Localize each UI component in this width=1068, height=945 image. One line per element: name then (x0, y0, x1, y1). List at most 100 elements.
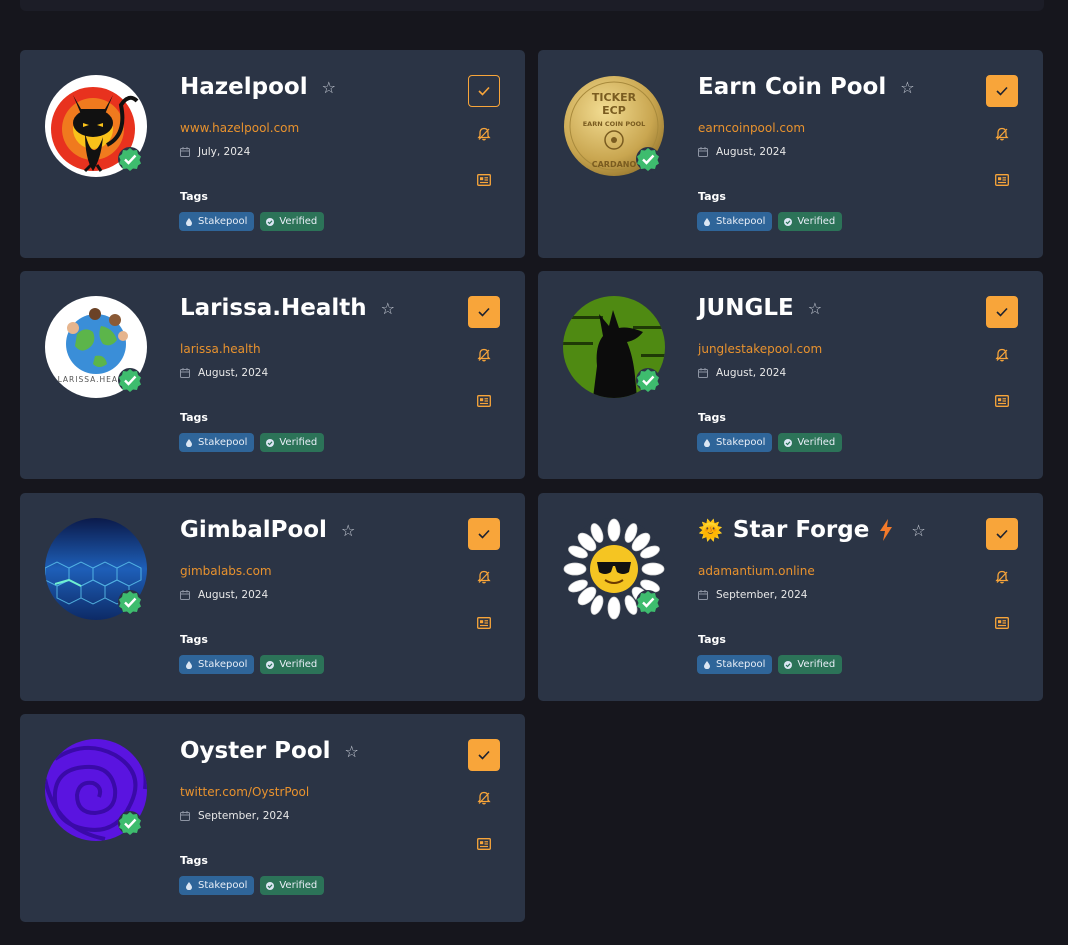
pool-card-oyster-pool[interactable]: Oyster Pool ☆ twitter.com/OystrPool Sept… (20, 714, 525, 922)
pool-name-text: Earn Coin Pool (698, 74, 887, 100)
tag-verified[interactable]: Verified (260, 433, 325, 452)
select-pool-button[interactable] (986, 296, 1018, 328)
id-card-icon[interactable] (995, 174, 1009, 186)
pool-date-text: August, 2024 (716, 367, 787, 379)
pool-website-link[interactable]: adamantium.online (698, 564, 815, 578)
pool-card-hazelpool[interactable]: Hazelpool ☆ www.hazelpool.com July, 2024… (20, 50, 525, 258)
tag-verified[interactable]: Verified (778, 433, 843, 452)
check-circle-icon (266, 217, 275, 226)
bell-notification-icon[interactable] (477, 570, 491, 584)
droplet-icon (186, 438, 192, 447)
tag-verified[interactable]: Verified (778, 212, 843, 231)
id-card-icon[interactable] (477, 174, 491, 186)
pool-website-link[interactable]: earncoinpool.com (698, 121, 805, 135)
tag-verified[interactable]: Verified (260, 876, 325, 895)
lightning-bolt-icon (880, 519, 893, 541)
tag-stakepool[interactable]: Stakepool (179, 212, 255, 231)
pool-date-text: August, 2024 (198, 589, 269, 601)
select-pool-button[interactable] (986, 518, 1018, 550)
tag-label: Stakepool (716, 216, 766, 227)
select-pool-button[interactable] (468, 75, 500, 107)
pool-name: Earn Coin Pool ☆ (698, 74, 915, 100)
pool-card-earn-coin-pool[interactable]: TICKER ECP EARN COIN POOL CARDANO Earn C… (538, 50, 1043, 258)
calendar-icon (180, 368, 190, 378)
pool-website-link[interactable]: gimbalabs.com (180, 564, 272, 578)
droplet-icon (186, 660, 192, 669)
tag-stakepool[interactable]: Stakepool (697, 655, 773, 674)
pool-card-star-forge[interactable]: 🌞 Star Forge ☆ adamantium.online Septemb… (538, 493, 1043, 701)
tag-label: Stakepool (198, 216, 248, 227)
tag-list: Stakepool Verified (179, 212, 325, 231)
tag-list: Stakepool Verified (697, 433, 843, 452)
check-circle-icon (266, 881, 275, 890)
tag-label: Stakepool (198, 659, 248, 670)
coin-text-cardano: CARDANO (592, 160, 637, 169)
pool-card-jungle[interactable]: JUNGLE ☆ junglestakepool.com August, 202… (538, 271, 1043, 479)
pool-card-larissa-health[interactable]: LARISSA.HEALTH Larissa.Health ☆ larissa.… (20, 271, 525, 479)
pool-name: Larissa.Health ☆ (180, 295, 395, 321)
pool-name-text: Star Forge (732, 517, 870, 543)
verified-badge-icon (117, 589, 143, 615)
tag-verified[interactable]: Verified (260, 655, 325, 674)
select-pool-button[interactable] (468, 518, 500, 550)
select-pool-button[interactable] (468, 739, 500, 771)
pool-name: GimbalPool ☆ (180, 517, 355, 543)
tag-stakepool[interactable]: Stakepool (697, 433, 773, 452)
pool-website-link[interactable]: twitter.com/OystrPool (180, 785, 309, 799)
checkmark-icon (478, 750, 490, 760)
pool-date: August, 2024 (180, 367, 268, 379)
favorite-star-icon[interactable]: ☆ (911, 521, 925, 540)
tag-stakepool[interactable]: Stakepool (179, 876, 255, 895)
id-card-icon[interactable] (995, 395, 1009, 407)
pool-website-link[interactable]: larissa.health (180, 342, 261, 356)
bell-notification-icon[interactable] (995, 570, 1009, 584)
bell-notification-icon[interactable] (995, 348, 1009, 362)
coin-text-ticker: TICKER (592, 91, 637, 104)
tag-verified[interactable]: Verified (260, 212, 325, 231)
calendar-icon (698, 590, 708, 600)
pool-date-text: July, 2024 (198, 146, 251, 158)
pool-name-text: Oyster Pool (180, 738, 331, 764)
id-card-icon[interactable] (477, 838, 491, 850)
favorite-star-icon[interactable]: ☆ (900, 78, 914, 97)
favorite-star-icon[interactable]: ☆ (341, 521, 355, 540)
favorite-star-icon[interactable]: ☆ (345, 742, 359, 761)
bell-notification-icon[interactable] (995, 127, 1009, 141)
calendar-icon (698, 147, 708, 157)
verified-badge-icon (117, 810, 143, 836)
tag-stakepool[interactable]: Stakepool (179, 433, 255, 452)
tags-heading: Tags (698, 633, 726, 646)
droplet-icon (186, 881, 192, 890)
check-circle-icon (784, 660, 793, 669)
check-circle-icon (266, 660, 275, 669)
checkmark-icon (478, 529, 490, 539)
tag-stakepool[interactable]: Stakepool (697, 212, 773, 231)
tag-stakepool[interactable]: Stakepool (179, 655, 255, 674)
droplet-icon (704, 217, 710, 226)
bell-notification-icon[interactable] (477, 791, 491, 805)
select-pool-button[interactable] (468, 296, 500, 328)
favorite-star-icon[interactable]: ☆ (322, 78, 336, 97)
tag-list: Stakepool Verified (179, 433, 325, 452)
tag-label: Stakepool (716, 437, 766, 448)
tag-label: Verified (797, 216, 836, 227)
check-circle-icon (784, 217, 793, 226)
favorite-star-icon[interactable]: ☆ (808, 299, 822, 318)
tag-verified[interactable]: Verified (778, 655, 843, 674)
id-card-icon[interactable] (477, 395, 491, 407)
calendar-icon (698, 368, 708, 378)
bell-notification-icon[interactable] (477, 127, 491, 141)
id-card-icon[interactable] (477, 617, 491, 629)
pool-website-link[interactable]: junglestakepool.com (698, 342, 822, 356)
pool-name-text: Larissa.Health (180, 295, 367, 321)
verified-badge-icon (635, 367, 661, 393)
pool-date-text: September, 2024 (716, 589, 808, 601)
tag-list: Stakepool Verified (697, 212, 843, 231)
bell-notification-icon[interactable] (477, 348, 491, 362)
pool-website-link[interactable]: www.hazelpool.com (180, 121, 299, 135)
id-card-icon[interactable] (995, 617, 1009, 629)
favorite-star-icon[interactable]: ☆ (381, 299, 395, 318)
select-pool-button[interactable] (986, 75, 1018, 107)
pool-date: August, 2024 (698, 146, 786, 158)
pool-card-gimbalpool[interactable]: GimbalPool ☆ gimbalabs.com August, 2024 … (20, 493, 525, 701)
